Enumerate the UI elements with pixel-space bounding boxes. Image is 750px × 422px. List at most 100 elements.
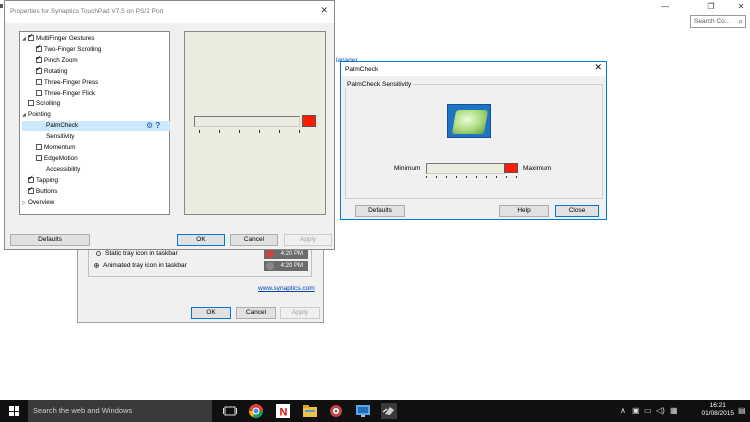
battery-icon[interactable]: ▭	[644, 406, 652, 415]
synaptics-taskbar-icon[interactable]	[381, 403, 397, 419]
taskbar: Search the web and Windows N ∧ ▣ ▭ ◁) ▦ …	[0, 400, 750, 422]
action-center-icon[interactable]: ▤	[738, 406, 746, 415]
tree-item-checkbox[interactable]	[36, 43, 42, 53]
clock-date: 01/08/2015	[701, 410, 734, 417]
static-tray-option[interactable]: Static tray icon in taskbar	[96, 250, 178, 257]
tree-item-checkbox[interactable]	[36, 78, 42, 85]
show-hidden-icons-icon[interactable]: ∧	[620, 406, 626, 415]
palmcheck-sensitivity-group	[345, 84, 603, 199]
palmcheck-defaults-button[interactable]: Defaults	[355, 205, 405, 217]
sensitivity-slider-track[interactable]	[194, 116, 300, 127]
maximum-label: Maximum	[523, 165, 552, 172]
system-tray: ∧ ▣ ▭ ◁) ▦ 16:21 01/08/2015 ▤	[600, 400, 750, 422]
palmcheck-slider-thumb[interactable]	[504, 163, 518, 173]
slider-tick	[436, 176, 437, 178]
tree-item-checkbox[interactable]	[36, 54, 42, 64]
defaults-button[interactable]: Defaults	[10, 234, 90, 246]
slider-tick	[486, 176, 487, 178]
slider-tick	[516, 176, 517, 178]
volume-icon[interactable]: ◁)	[656, 406, 665, 415]
tree-item[interactable]: EdgeMotion	[22, 154, 78, 164]
chrome-icon[interactable]	[248, 403, 264, 419]
tree-item[interactable]: ◢MultiFinger Gestures	[22, 32, 95, 44]
tree-item-label: Pointing	[28, 111, 51, 119]
tree-item-label: Tapping	[36, 176, 59, 184]
tree-item-checkbox[interactable]	[36, 89, 42, 96]
tree-item[interactable]: Pinch Zoom	[22, 54, 78, 66]
back-apply-button[interactable]: Apply	[280, 307, 320, 319]
background-window-edge	[0, 4, 3, 8]
minimize-icon[interactable]: —	[658, 2, 672, 12]
close-icon[interactable]: ✕	[320, 5, 328, 16]
touchpad-palm-icon	[447, 104, 491, 138]
tree-item[interactable]: Buttons	[22, 185, 57, 197]
close-icon[interactable]: ✕	[734, 2, 748, 12]
keyboard-icon[interactable]: ▦	[670, 406, 678, 415]
background-explorer-titlebar: — ❐ ✕	[330, 0, 750, 30]
tree-item-checkbox[interactable]	[28, 32, 34, 42]
tree-item-checkbox[interactable]	[28, 100, 34, 107]
tree-item-label: Accessibility	[46, 165, 81, 173]
tree-item[interactable]: Sensitivity	[22, 132, 74, 142]
tree-tools: ⚙ ?	[146, 121, 160, 130]
tray-preview-icon	[266, 250, 274, 258]
settings-icon[interactable]: ⚙	[146, 121, 153, 130]
slider-tick	[299, 130, 300, 133]
remote-desktop-icon[interactable]	[355, 403, 371, 419]
sensitivity-slider-thumb[interactable]	[302, 115, 316, 127]
taskbar-search-box[interactable]: Search the web and Windows	[28, 400, 212, 422]
tree-item[interactable]: Two-Finger Scrolling	[22, 43, 102, 55]
slider-tick	[476, 176, 477, 178]
start-button[interactable]	[0, 400, 28, 422]
synaptics-website-link[interactable]: www.synaptics.com	[258, 285, 315, 292]
netflix-icon[interactable]: N	[275, 403, 291, 419]
palmcheck-help-button[interactable]: Help	[499, 205, 549, 217]
minimum-label: Minimum	[394, 165, 421, 172]
main-titlebar[interactable]: Properties for Synaptics TouchPad V7.5 o…	[5, 1, 334, 23]
file-explorer-icon[interactable]	[302, 403, 318, 419]
app-icon[interactable]	[328, 403, 344, 419]
tree-item-label: Scrolling	[36, 100, 61, 108]
animated-tray-preview: 4:20 PM	[264, 261, 308, 271]
tree-item[interactable]: Momentum	[22, 143, 76, 153]
slider-tick	[446, 176, 447, 178]
tree-item[interactable]: Three-Finger Flick	[22, 89, 95, 99]
taskbar-clock[interactable]: 16:21 01/08/2015	[701, 402, 734, 418]
tree-item-label: Sensitivity	[46, 133, 75, 141]
svg-text:N: N	[280, 407, 288, 419]
palmcheck-group-label: PalmCheck Sensitivity	[345, 81, 414, 88]
tree-item[interactable]: ▷ Overview	[22, 198, 54, 208]
tree-item-checkbox[interactable]	[36, 144, 42, 150]
static-tray-radio[interactable]	[96, 250, 101, 256]
tree-item[interactable]: Scrolling	[22, 99, 60, 109]
palmcheck-close-button[interactable]: Close	[555, 205, 599, 217]
back-cancel-button[interactable]: Cancel	[236, 307, 276, 319]
palmcheck-title: PalmCheck	[345, 66, 379, 73]
palmcheck-titlebar[interactable]: PalmCheck ✕	[341, 62, 606, 76]
ok-button[interactable]: OK	[177, 234, 225, 246]
back-ok-button[interactable]: OK	[191, 307, 231, 319]
task-view-icon[interactable]	[222, 403, 238, 419]
tree-item-label: Two-Finger Scrolling	[44, 45, 102, 53]
maximize-icon[interactable]: ❐	[704, 2, 718, 12]
palmcheck-preview-panel	[184, 31, 326, 215]
animated-tray-radio[interactable]	[94, 262, 99, 268]
tree-item-checkbox[interactable]	[28, 185, 34, 195]
explorer-search-input[interactable]: Search Co... ⌕	[690, 15, 746, 28]
tree-item-checkbox[interactable]	[28, 174, 34, 184]
cancel-button[interactable]: Cancel	[230, 234, 278, 246]
tree-item[interactable]: Three-Finger Press	[22, 78, 98, 88]
tree-item-checkbox[interactable]	[36, 154, 42, 161]
help-icon[interactable]: ?	[155, 121, 160, 130]
tree-item-label: Momentum	[44, 144, 76, 151]
tree-item[interactable]: Rotating	[22, 65, 67, 77]
animated-tray-option[interactable]: Animated tray icon in taskbar	[94, 262, 187, 269]
tree-item-checkbox[interactable]	[36, 65, 42, 75]
tree-item[interactable]: ◢ Pointing	[22, 110, 51, 120]
tree-item-label: Three-Finger Press	[44, 78, 99, 86]
close-icon[interactable]: ✕	[594, 62, 602, 73]
network-icon[interactable]: ▣	[632, 406, 640, 415]
palmcheck-slider-track[interactable]	[426, 163, 506, 174]
tree-item-label: MultiFinger Gestures	[36, 35, 95, 42]
apply-button[interactable]: Apply	[284, 234, 332, 246]
